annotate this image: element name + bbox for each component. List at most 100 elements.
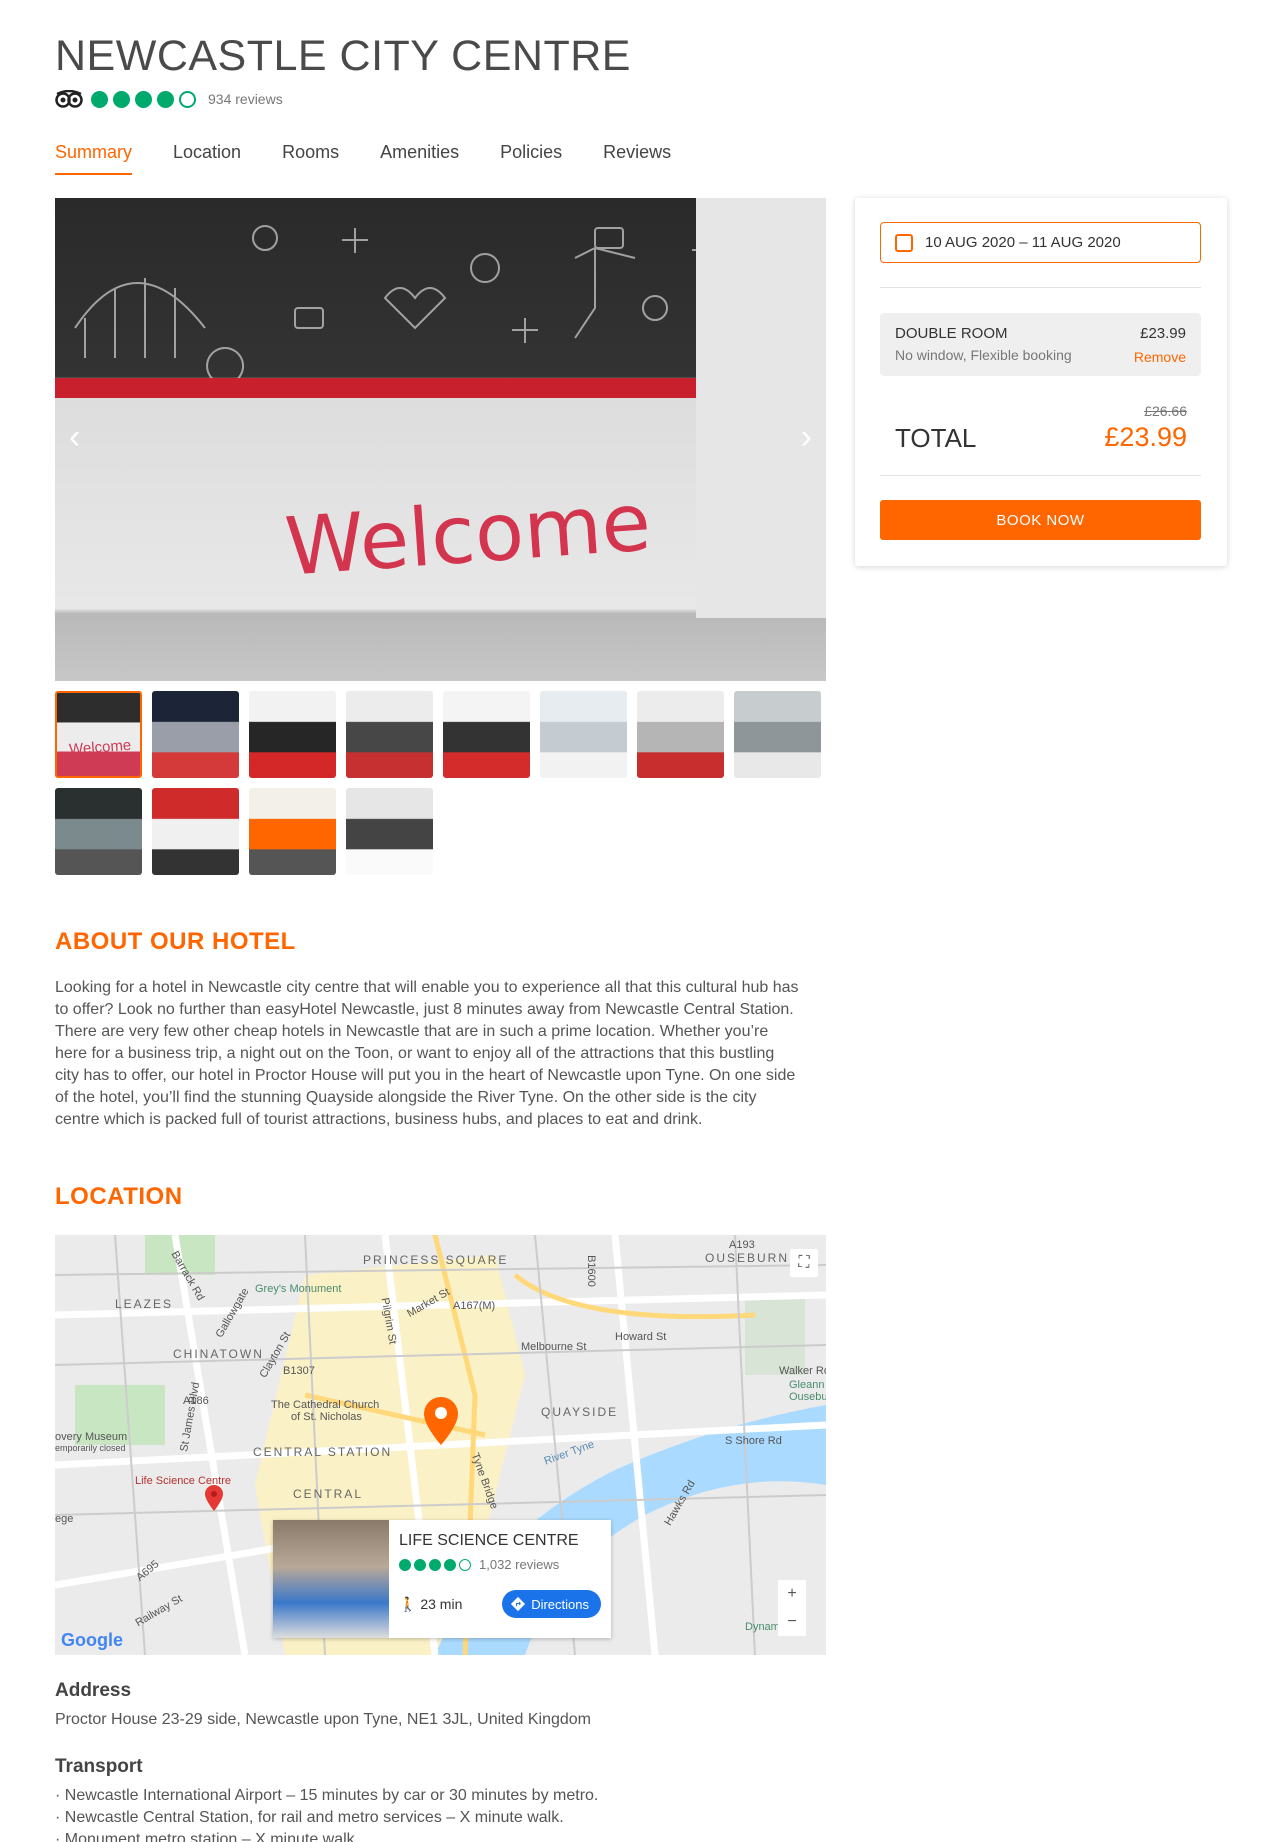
thumbnail-image [57, 693, 140, 776]
address-heading: Address [55, 1680, 132, 1701]
map-road-label: A193 [729, 1239, 755, 1251]
rating-dot-filled [444, 1558, 456, 1571]
map-district-label: CENTRAL STATION [253, 1445, 393, 1459]
address-text: Proctor House 23-29 side, Newcastle upon… [55, 1711, 591, 1728]
photo-thumbnail[interactable] [152, 788, 239, 875]
photo-thumbnail[interactable] [540, 691, 627, 778]
review-count[interactable]: 934 reviews [208, 91, 283, 107]
map-district-label: PRINCESS SQUARE [363, 1253, 509, 1267]
divider [880, 475, 1201, 476]
directions-label: Directions [531, 1596, 589, 1612]
map-place-label[interactable]: overy Museum [55, 1431, 127, 1443]
remove-room-link[interactable]: Remove [1134, 349, 1186, 365]
thumbnail-image [346, 788, 433, 875]
rating-dot-filled [135, 90, 152, 108]
chevron-right-icon[interactable]: › [801, 418, 812, 457]
map-district-label: LEAZES [115, 1297, 174, 1311]
zoom-out-button[interactable]: − [778, 1608, 806, 1636]
map-place-label[interactable]: Grey's Monument [255, 1283, 341, 1295]
selected-room: DOUBLE ROOM No window, Flexible booking … [880, 313, 1201, 376]
walk-time-value: 23 min [420, 1595, 463, 1612]
google-logo: Google [61, 1630, 123, 1651]
directions-icon [511, 1596, 526, 1612]
map-district-label: QUAYSIDE [541, 1405, 619, 1419]
main-photo: Welcome ‹ › [55, 198, 826, 681]
calendar-icon [895, 233, 913, 252]
about-line: There are very few other cheap hotels in… [55, 1023, 769, 1040]
map-place-label: Gleann [789, 1379, 825, 1391]
chevron-left-icon[interactable]: ‹ [69, 418, 80, 457]
date-range-value: 10 AUG 2020 – 11 AUG 2020 [925, 234, 1121, 251]
thumbnail-image [346, 691, 433, 778]
map-place-label: ege [55, 1513, 74, 1525]
rating-dot-filled [399, 1558, 411, 1571]
rating-dot-empty [179, 90, 196, 108]
tab-location[interactable]: Location [173, 142, 241, 175]
map-place-label: emporarily closed [55, 1443, 126, 1453]
map-district-label: OUSEBURN [705, 1251, 790, 1265]
thumbnail-image [152, 788, 239, 875]
photo-thumbnail[interactable] [637, 691, 724, 778]
walk-time: 🚶 23 min [399, 1596, 462, 1613]
place-review-count: 1,032 reviews [479, 1557, 560, 1572]
reception-pillar [696, 198, 826, 618]
photo-thumbnail[interactable] [152, 691, 239, 778]
map-road-label: B1600 [584, 1255, 597, 1287]
thumbnail-image [249, 788, 336, 875]
map-place-label[interactable]: of St. Nicholas [291, 1411, 362, 1423]
place-info-card[interactable]: LIFE SCIENCE CENTRE 1,032 reviews 🚶 23 m… [273, 1520, 611, 1638]
thumbnail-image [443, 691, 530, 778]
rating-dot-filled [91, 90, 108, 108]
date-range-field[interactable]: 10 AUG 2020 – 11 AUG 2020 [880, 222, 1201, 263]
walking-person-icon: 🚶 [399, 1595, 417, 1612]
tab-rooms[interactable]: Rooms [282, 142, 339, 175]
about-line: of the hotel, you’ll find the stunning Q… [55, 1089, 757, 1106]
about-text: Looking for a hotel in Newcastle city ce… [55, 977, 830, 1131]
photo-thumbnail[interactable] [734, 691, 821, 778]
thumbnail-image [249, 691, 336, 778]
transport-item: · Newcastle International Airport – 15 m… [55, 1787, 599, 1804]
photo-thumbnail[interactable] [55, 788, 142, 875]
photo-thumbnail[interactable] [346, 788, 433, 875]
map-place-label: Walker Rd [779, 1365, 826, 1377]
tab-amenities[interactable]: Amenities [380, 142, 459, 175]
map-place-label: Dynam [745, 1621, 780, 1633]
directions-button[interactable]: Directions [502, 1590, 601, 1618]
photo-thumbnail[interactable] [249, 691, 336, 778]
total-label: TOTAL [895, 423, 977, 453]
map-road-label: S Shore Rd [725, 1435, 782, 1447]
tab-reviews[interactable]: Reviews [603, 142, 671, 175]
about-line: here for a business trip, a night out on… [55, 1045, 775, 1062]
photo-thumbnail[interactable]: Welcome [55, 691, 142, 778]
thumbnail-image [734, 691, 821, 778]
map-district-label: CHINATOWN [173, 1347, 264, 1361]
thumbnail-image [55, 788, 142, 875]
rating-dot-filled [113, 90, 130, 108]
fullscreen-icon[interactable]: ⛶ [790, 1249, 818, 1277]
thumbnail-strip: Welcome [55, 691, 826, 875]
thumbnail-image [540, 691, 627, 778]
place-photo [273, 1520, 389, 1638]
rating-dot-filled [414, 1558, 426, 1571]
map-place-label[interactable]: The Cathedral Church [271, 1399, 379, 1411]
tab-summary[interactable]: Summary [55, 142, 133, 175]
map-district-label: CENTRAL [293, 1487, 364, 1501]
original-price: £26.66 [1144, 403, 1187, 419]
zoom-in-button[interactable]: + [778, 1580, 806, 1608]
location-title: LOCATION [55, 1183, 183, 1210]
rating-dot-filled [429, 1558, 441, 1571]
location-map[interactable]: PRINCESS SQUARE OUSEBURN LEAZES CHINATOW… [55, 1235, 826, 1655]
transport-item: · Newcastle Central Station, for rail an… [55, 1809, 564, 1826]
place-title: LIFE SCIENCE CENTRE [399, 1532, 579, 1549]
book-now-button[interactable]: BOOK NOW [880, 500, 1201, 540]
booking-summary-card: 10 AUG 2020 – 11 AUG 2020 DOUBLE ROOM No… [855, 198, 1227, 566]
divider [880, 287, 1201, 288]
photo-thumbnail[interactable] [249, 788, 336, 875]
hotel-map-pin-icon[interactable] [424, 1397, 458, 1445]
attraction-map-pin-icon[interactable] [205, 1485, 223, 1511]
photo-thumbnail[interactable] [443, 691, 530, 778]
transport-heading: Transport [55, 1756, 143, 1777]
photo-thumbnail[interactable] [346, 691, 433, 778]
tab-policies[interactable]: Policies [500, 142, 562, 175]
google-logo-text: Google [61, 1630, 123, 1650]
